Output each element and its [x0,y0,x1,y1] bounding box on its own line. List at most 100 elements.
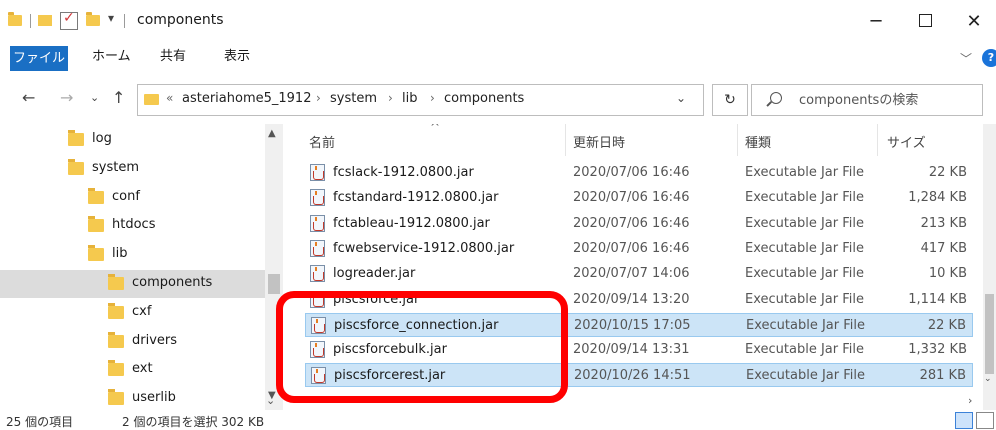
tree-scroll-down-icon[interactable]: ⌄ [266,394,275,407]
horizontal-scrollbar[interactable]: ⌄ › [0,394,996,410]
breadcrumb-lib[interactable]: lib [402,91,417,106]
help-icon[interactable]: ? [982,49,996,67]
folder-icon [108,302,124,319]
tab-home[interactable]: ホーム [92,44,131,70]
scroll-down-icon[interactable]: ⌄ [984,374,992,384]
scrollbar-thumb[interactable] [985,294,994,374]
jar-file-icon [310,265,325,283]
file-row[interactable]: logreader.jar 2020/07/07 14:06 Executable … [305,262,973,286]
file-row[interactable]: piscsforce_connection.jar 2020/10/15 17:0… [305,312,973,337]
search-input[interactable] [797,89,976,111]
back-arrow-icon[interactable]: ← [22,88,35,107]
forward-arrow-icon[interactable]: → [60,88,73,107]
selection-info: 2 個の項目を選択 302 KB [122,415,265,429]
search-icon [770,92,782,104]
tab-file[interactable]: ファイル [10,46,68,71]
file-type: Executable Jar File [745,342,864,358]
tab-share[interactable]: 共有 [160,44,186,70]
breadcrumb-system[interactable]: system [330,91,377,106]
tree-item-drivers[interactable]: drivers [0,328,265,356]
breadcrumb-asteriahome[interactable]: asteriahome5_1912 [182,91,311,106]
large-icons-view-icon[interactable] [976,412,994,429]
file-size: 1,284 KB [908,190,967,206]
details-view-icon[interactable] [955,412,973,429]
file-name: fcslack-1912.0800.jar [333,165,474,180]
folder-icon [68,158,84,175]
folder-icon [108,360,124,377]
scrollbar-thumb[interactable] [268,274,280,294]
file-type: Executable Jar File [745,215,864,231]
file-type: Executable Jar File [745,190,864,206]
tree-scrollbar[interactable]: ▲ ▼ [265,124,283,410]
search-box[interactable] [751,84,983,116]
close-icon: ✕ [966,11,982,32]
file-size: 281 KB [919,368,966,384]
refresh-icon: ↻ [724,92,736,108]
file-list-scrollbar[interactable]: ⌄ [983,124,996,410]
folder-icon [88,187,104,204]
maximize-icon [918,14,932,27]
tree-item-ext[interactable]: ext [0,356,265,384]
tree-item-cxf[interactable]: cxf [0,299,265,327]
file-name: fcwebservice-1912.0800.jar [333,240,515,256]
breadcrumb-overflow[interactable]: « [166,91,173,105]
recent-locations-icon[interactable]: ⌄ [90,91,99,104]
folder-icon [8,12,22,26]
scroll-right-icon[interactable]: › [968,394,972,407]
file-type: Executable Jar File [745,240,864,256]
file-name: piscsforcebulk.jar [333,342,447,358]
expand-ribbon-icon[interactable]: ﹀ [960,50,972,67]
chevron-right-icon[interactable]: › [430,91,435,105]
file-row[interactable]: piscsforce.jar 2020/09/14 13:20 Executable… [305,288,973,312]
tree-item-label: cxf [132,303,152,319]
divider [30,14,31,28]
maximize-button[interactable] [905,8,945,36]
file-size: 1,114 KB [908,291,967,307]
close-button[interactable]: ✕ [954,8,994,36]
address-bar[interactable]: « asteriahome5_1912 › system › lib › com… [137,84,704,116]
breadcrumb-components[interactable]: components [444,91,524,106]
file-name: logreader.jar [333,266,416,282]
scroll-up-icon[interactable]: ▲ [268,128,276,139]
file-size: 417 KB [920,240,967,256]
new-folder-icon[interactable] [86,12,100,26]
file-size: 1,332 KB [908,342,967,358]
file-name: piscsforce.jar [333,291,420,307]
status-bar: 25 個の項目 2 個の項目を選択 302 KB [0,410,996,430]
tab-view[interactable]: 表示 [224,44,250,70]
checkbox-icon[interactable]: ✓ [60,10,78,30]
tree-item-components[interactable]: components [0,270,265,298]
tree-item-label: log [92,131,112,146]
tree-item-lib[interactable]: lib [0,241,265,269]
file-row[interactable]: fcslack-1912.0800.jar 2020/07/06 16:46 Exe… [305,161,973,185]
chevron-right-icon[interactable]: › [388,91,393,105]
tree-item-label: drivers [132,332,178,348]
tree-item-label: lib [112,246,128,262]
up-arrow-icon[interactable]: ↑ [112,88,125,107]
file-row[interactable]: fcstandard-1912.0800.jar 2020/07/06 16:46… [305,186,973,210]
jar-file-icon [310,290,325,308]
tree-item-log[interactable]: log [0,126,265,154]
folder-icon [144,94,159,105]
ribbon-tabs: ファイル ホーム 共有 表示 ﹀ ? [0,44,996,74]
file-type: Executable Jar File [745,266,864,282]
tree-item-htdocs[interactable]: htdocs [0,212,265,240]
folder-icon [88,245,104,262]
file-date: 2020/07/06 16:46 [573,165,690,180]
file-row[interactable]: piscsforcebulk.jar 2020/09/14 13:31 Execut… [305,338,973,362]
chevron-right-icon[interactable]: › [316,91,321,105]
file-date: 2020/07/06 16:46 [573,215,690,231]
chevron-down-icon[interactable]: ⌄ [676,91,686,105]
file-date: 2020/10/26 14:51 [574,368,691,384]
file-type: Executable Jar File [745,165,864,180]
properties-icon[interactable] [38,15,52,26]
tree-item-conf[interactable]: conf [0,184,265,212]
refresh-button[interactable]: ↻ [712,84,748,116]
divider [124,14,125,28]
minimize-button[interactable]: ─ [856,8,896,36]
file-row[interactable]: piscsforcerest.jar 2020/10/26 14:51 Execut… [305,363,973,388]
quick-access-dropdown-icon[interactable]: ▾ [108,11,114,25]
tree-item-system[interactable]: system [0,155,265,183]
file-row[interactable]: fcwebservice-1912.0800.jar 2020/07/06 16:… [305,237,973,261]
file-row[interactable]: fctableau-1912.0800.jar 2020/07/06 16:46 E… [305,212,973,236]
